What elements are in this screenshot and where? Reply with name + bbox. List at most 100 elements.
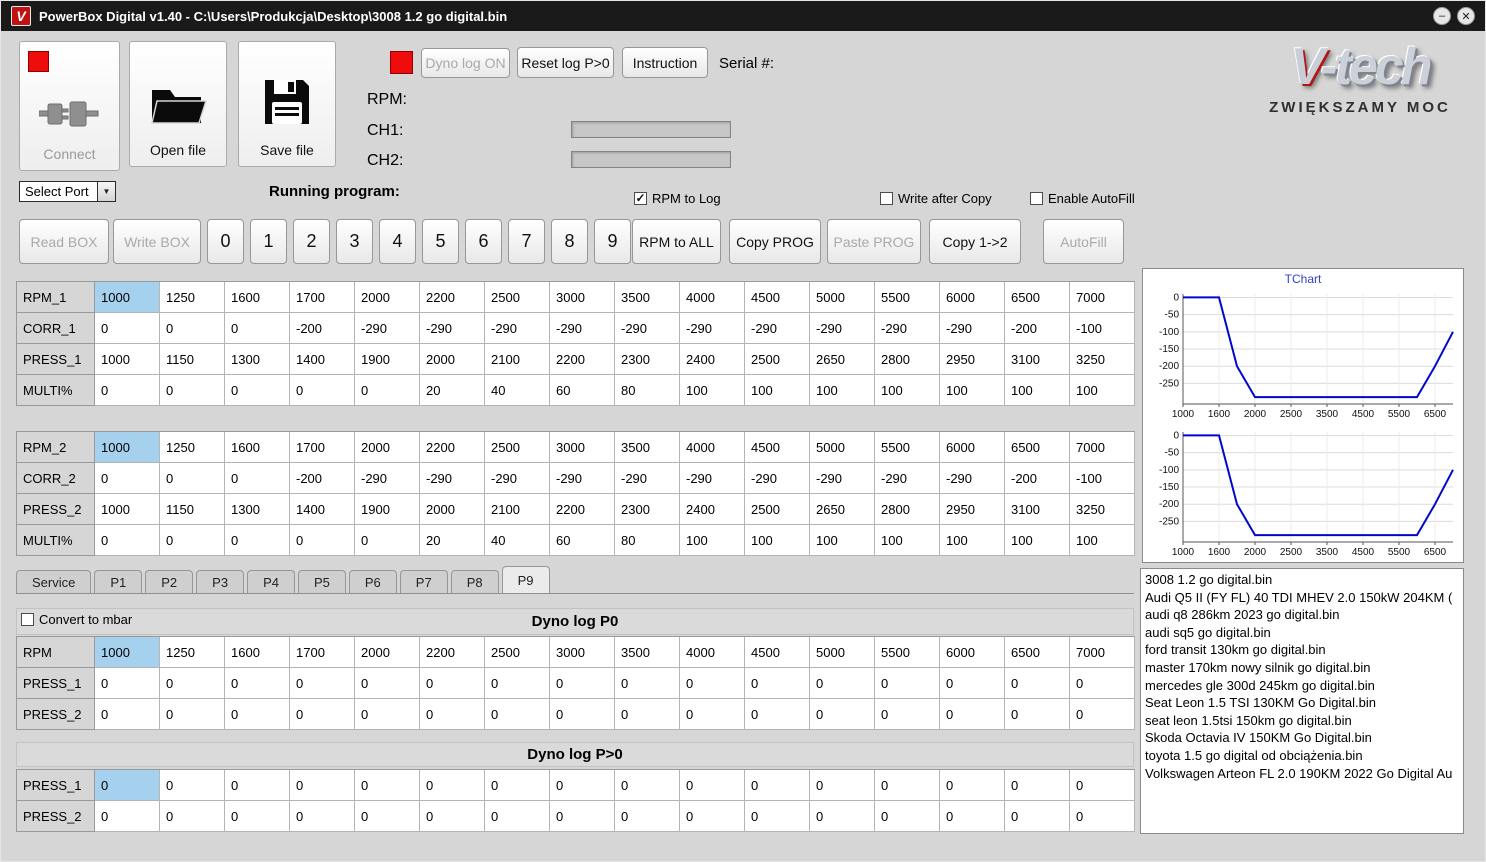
grid-cell[interactable]: -290	[875, 463, 940, 494]
grid-cell[interactable]: 5000	[810, 637, 875, 668]
grid-cell[interactable]: 0	[95, 770, 160, 801]
grid-cell[interactable]: 1700	[290, 282, 355, 313]
grid-cell[interactable]: 0	[95, 668, 160, 699]
grid-cell[interactable]: 0	[290, 668, 355, 699]
grid-cell[interactable]: 2000	[420, 494, 485, 525]
grid-cell[interactable]: 0	[160, 375, 225, 406]
grid-cell[interactable]: 100	[940, 525, 1005, 556]
grid-cell[interactable]: 0	[810, 699, 875, 730]
grid-cell[interactable]: 0	[485, 801, 550, 832]
dyno-log-on-button[interactable]: Dyno log ON	[421, 48, 510, 78]
grid-cell[interactable]: 0	[95, 313, 160, 344]
grid-cell[interactable]: -290	[615, 313, 680, 344]
tab-p1[interactable]: P1	[94, 570, 143, 593]
grid-cell[interactable]: 2650	[810, 344, 875, 375]
grid-cell[interactable]: -290	[485, 463, 550, 494]
grid-cell[interactable]: 2000	[355, 637, 420, 668]
grid-cell[interactable]: 0	[680, 699, 745, 730]
grid-cell[interactable]: 80	[615, 525, 680, 556]
grid-cell[interactable]: 7000	[1070, 282, 1135, 313]
grid-cell[interactable]: -200	[290, 463, 355, 494]
digit-button-1[interactable]: 1	[250, 219, 287, 264]
grid-cell[interactable]: 6000	[940, 637, 1005, 668]
read-box-button[interactable]: Read BOX	[19, 219, 109, 264]
enable-autofill-checkbox[interactable]: Enable AutoFill	[1030, 191, 1135, 206]
tab-p6[interactable]: P6	[348, 570, 397, 593]
autofill-button[interactable]: AutoFill	[1043, 219, 1124, 264]
tab-p2[interactable]: P2	[145, 570, 194, 593]
grid-cell[interactable]: 0	[615, 699, 680, 730]
grid-cell[interactable]: 2500	[485, 637, 550, 668]
grid-cell[interactable]: 0	[940, 699, 1005, 730]
grid-cell[interactable]: 0	[940, 668, 1005, 699]
grid-cell[interactable]: -290	[615, 463, 680, 494]
grid-cell[interactable]: 0	[615, 801, 680, 832]
grid-cell[interactable]: 0	[290, 770, 355, 801]
grid-cell[interactable]: 0	[745, 801, 810, 832]
grid-cell[interactable]: 0	[95, 699, 160, 730]
file-list-item[interactable]: seat leon 1.5tsi 150km go digital.bin	[1141, 712, 1463, 730]
close-button[interactable]: ✕	[1457, 7, 1475, 25]
rpm-to-log-checkbox[interactable]: RPM to Log	[634, 191, 721, 206]
grid-cell[interactable]: 4500	[745, 282, 810, 313]
digit-button-6[interactable]: 6	[465, 219, 502, 264]
grid-cell[interactable]: 2950	[940, 494, 1005, 525]
grid-cell[interactable]: 3250	[1070, 494, 1135, 525]
grid-cell[interactable]: -290	[680, 463, 745, 494]
grid-cell[interactable]: 0	[355, 801, 420, 832]
grid-cell[interactable]: 0	[290, 699, 355, 730]
grid-cell[interactable]: 3500	[615, 432, 680, 463]
digit-button-2[interactable]: 2	[293, 219, 330, 264]
grid-cell[interactable]: -290	[875, 313, 940, 344]
grid-cell[interactable]: 80	[615, 375, 680, 406]
instruction-button[interactable]: Instruction	[622, 47, 708, 78]
grid-cell[interactable]: 0	[160, 801, 225, 832]
grid-cell[interactable]: 3250	[1070, 344, 1135, 375]
grid-cell[interactable]: 2500	[485, 432, 550, 463]
grid-cell[interactable]: 40	[485, 525, 550, 556]
grid-cell[interactable]: -290	[420, 313, 485, 344]
grid-cell[interactable]: 0	[1070, 801, 1135, 832]
grid-cell[interactable]: 60	[550, 375, 615, 406]
grid-cell[interactable]: 2200	[420, 432, 485, 463]
grid-cell[interactable]: 2300	[615, 494, 680, 525]
grid-cell[interactable]: 1900	[355, 494, 420, 525]
grid-cell[interactable]: 0	[160, 668, 225, 699]
digit-button-8[interactable]: 8	[551, 219, 588, 264]
grid-cell[interactable]: 1900	[355, 344, 420, 375]
grid-cell[interactable]: 7000	[1070, 432, 1135, 463]
grid-cell[interactable]: 1700	[290, 637, 355, 668]
grid-cell[interactable]: 3100	[1005, 344, 1070, 375]
grid-cell[interactable]: 4500	[745, 637, 810, 668]
file-list-item[interactable]: audi sq5 go digital.bin	[1141, 624, 1463, 642]
grid-cell[interactable]: 1700	[290, 432, 355, 463]
grid-cell[interactable]: 0	[1005, 801, 1070, 832]
grid-cell[interactable]: 2500	[745, 494, 810, 525]
grid-cell[interactable]: 0	[810, 668, 875, 699]
grid-cell[interactable]: 60	[550, 525, 615, 556]
grid-cell[interactable]: 0	[745, 699, 810, 730]
file-list-item[interactable]: Seat Leon 1.5 TSI 130KM Go Digital.bin	[1141, 694, 1463, 712]
grid-cell[interactable]: -100	[1070, 463, 1135, 494]
grid-cell[interactable]: 6500	[1005, 282, 1070, 313]
open-file-button[interactable]: Open file	[129, 41, 227, 167]
grid-cell[interactable]: 4000	[680, 432, 745, 463]
grid-cell[interactable]: 0	[225, 463, 290, 494]
rpm-to-all-button[interactable]: RPM to ALL	[632, 219, 721, 264]
grid-cell[interactable]: 1250	[160, 637, 225, 668]
grid-cell[interactable]: 0	[1070, 770, 1135, 801]
tab-p8[interactable]: P8	[450, 570, 499, 593]
grid-cell[interactable]: -290	[940, 463, 1005, 494]
tab-p3[interactable]: P3	[196, 570, 245, 593]
digit-button-5[interactable]: 5	[422, 219, 459, 264]
file-list-item[interactable]: master 170km nowy silnik go digital.bin	[1141, 659, 1463, 677]
grid-cell[interactable]: 0	[225, 770, 290, 801]
grid-cell[interactable]: 0	[95, 375, 160, 406]
file-list-item[interactable]: ford transit 130km go digital.bin	[1141, 641, 1463, 659]
grid-cell[interactable]: -100	[1070, 313, 1135, 344]
grid-cell[interactable]: 100	[745, 525, 810, 556]
file-list-item[interactable]: 3008 1.2 go digital.bin	[1141, 571, 1463, 589]
grid-cell[interactable]: 5000	[810, 432, 875, 463]
grid-cell[interactable]: 0	[355, 525, 420, 556]
grid-cell[interactable]: -290	[420, 463, 485, 494]
